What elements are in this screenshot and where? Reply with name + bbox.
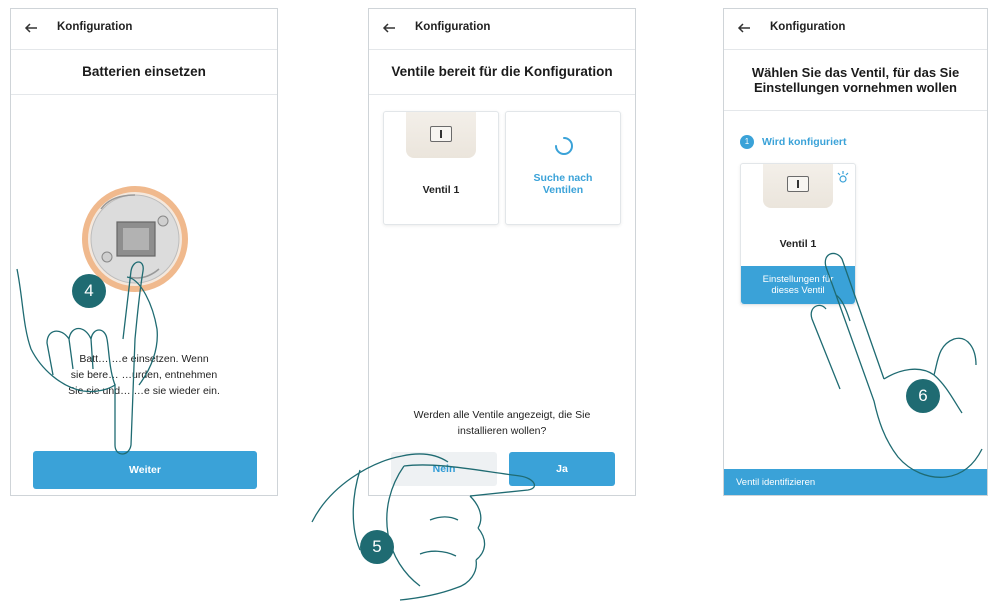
step-marker-5: 5 (360, 530, 394, 564)
step-marker-4: 4 (72, 274, 106, 308)
pointing-hand-icon (311, 453, 536, 601)
step-marker-6: 6 (906, 379, 940, 413)
